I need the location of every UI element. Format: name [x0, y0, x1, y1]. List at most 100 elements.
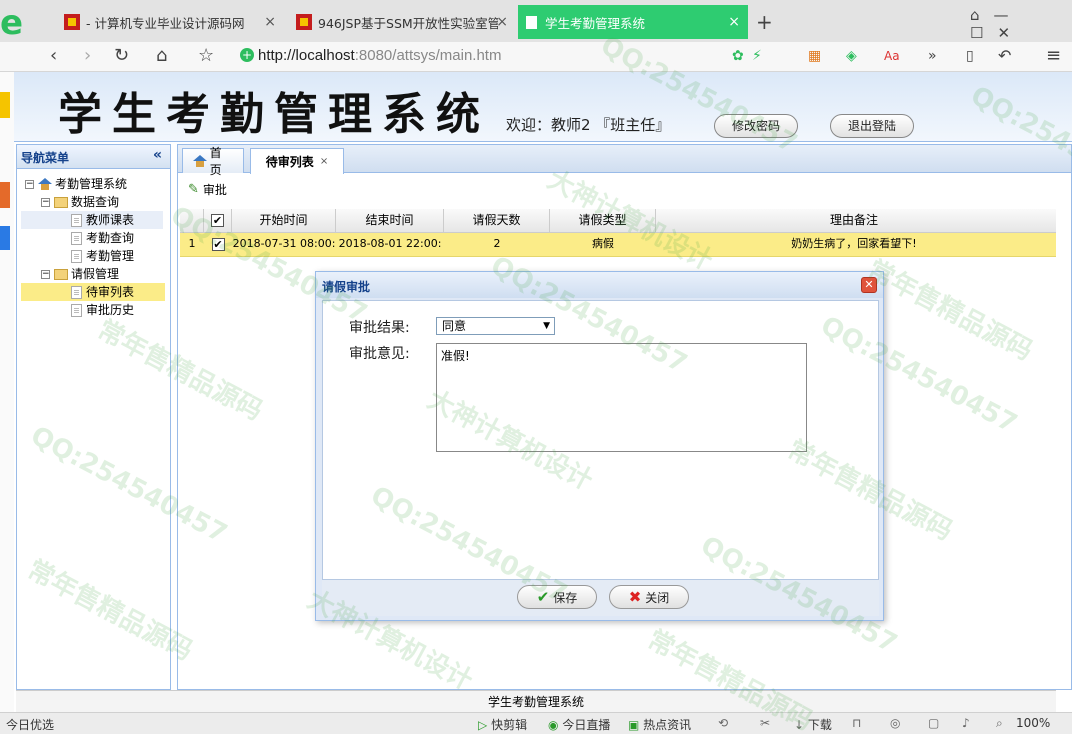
browser-tab-1[interactable]: - 计算机专业毕业设计源码网 ×: [56, 5, 284, 39]
reload-icon[interactable]: ↻: [114, 45, 129, 67]
tree-group-leave-manage[interactable]: − 请假管理: [41, 265, 119, 283]
sidebar-tool-icon[interactable]: [0, 226, 10, 250]
tree-item-approval-history[interactable]: 审批历史: [71, 301, 134, 319]
tree-item-teacher-schedule[interactable]: 教师课表: [21, 211, 163, 229]
tree-item-label: 待审列表: [86, 285, 135, 299]
tree-root[interactable]: − 考勤管理系统: [25, 175, 127, 193]
quick-edit-item[interactable]: ▷ 快剪辑: [478, 716, 527, 733]
zoom-icon[interactable]: ⌕: [996, 716, 1003, 731]
url-host: http://localhost: [258, 47, 355, 64]
back-icon[interactable]: ‹: [50, 45, 57, 67]
status-tool-icon[interactable]: ⊓: [852, 716, 861, 730]
tree-item-label: 考勤管理: [86, 249, 135, 263]
undo-icon[interactable]: ↶: [998, 45, 1011, 67]
status-tool-icon[interactable]: ▢: [928, 716, 939, 730]
approve-label: 审批: [202, 183, 227, 197]
tree-item-attendance-query[interactable]: 考勤查询: [71, 229, 134, 247]
status-tool-icon[interactable]: ✂: [760, 716, 770, 730]
dialog-close-icon[interactable]: ✕: [861, 277, 877, 293]
collapse-icon[interactable]: «: [153, 147, 162, 163]
file-icon: [71, 303, 82, 317]
browser-tab-active[interactable]: 学生考勤管理系统 ×: [518, 5, 748, 39]
cell-days: 2: [493, 237, 501, 250]
status-tool-icon[interactable]: ◎: [890, 716, 900, 730]
select-all-checkbox[interactable]: ✔: [204, 209, 232, 232]
status-item-label: 今日直播: [562, 718, 611, 732]
logout-button[interactable]: 退出登陆: [830, 114, 914, 138]
site-favicon-icon: [296, 14, 312, 30]
phone-icon[interactable]: ▯: [966, 45, 974, 67]
tab-label: 学生考勤管理系统: [545, 15, 646, 31]
status-tool-icon[interactable]: ⟲: [718, 716, 728, 730]
menu-icon[interactable]: ≡: [1046, 45, 1061, 67]
news-icon: ▣: [628, 718, 640, 732]
status-left-text[interactable]: 今日优选: [6, 716, 54, 733]
save-button[interactable]: ✔ 保存: [517, 585, 597, 609]
browser-tab-2[interactable]: 946JSP基于SSM开放性实验室管 ×: [288, 5, 516, 39]
welcome-text: 欢迎：教师2 『班主任』: [506, 116, 671, 134]
live-icon: ◉: [548, 718, 559, 732]
col-start-time[interactable]: 开始时间: [232, 209, 336, 232]
sidebar-tool-icon[interactable]: [0, 92, 10, 118]
sidebar-tool-icon[interactable]: [0, 182, 10, 208]
browser-nav-bar: ‹ › ↻ ⌂ ☆ + http://localhost:8080/attsys…: [0, 42, 1072, 72]
maximize-icon[interactable]: ☐: [970, 24, 997, 42]
table-row[interactable]: 1 ✔ 2018-07-31 08:00: 2018-08-01 22:00: …: [180, 233, 1056, 257]
close-tab-icon[interactable]: ×: [320, 156, 328, 167]
tree-item-pending-list[interactable]: 待审列表: [21, 283, 165, 301]
approve-button[interactable]: ✎ 审批: [188, 181, 227, 198]
change-password-button[interactable]: 修改密码: [714, 114, 798, 138]
close-tab-icon[interactable]: ×: [496, 14, 508, 30]
tab-label: 待审列表: [265, 155, 314, 169]
tab-home[interactable]: 首页: [182, 146, 244, 177]
close-tab-icon[interactable]: ×: [264, 14, 276, 30]
nav-panel: 导航菜单 « − 考勤管理系统 − 数据查询 教师课表 考勤查询 考勤管理 − …: [16, 144, 171, 690]
approval-dialog: 请假审批 ✕ 审批结果: 同意 ▼ 审批意见: 准假! ✔ 保存 ✖ 关闭: [315, 271, 884, 621]
address-bar[interactable]: http://localhost:8080/attsys/main.htm: [258, 47, 501, 64]
apps-icon[interactable]: ▦: [808, 45, 821, 67]
x-icon: ✖: [628, 588, 642, 606]
tree-toggle-icon[interactable]: −: [25, 179, 34, 189]
tree-group-label: 数据查询: [71, 195, 120, 209]
skin-icon[interactable]: ⌂: [970, 6, 994, 24]
download-item[interactable]: ↓ 下载: [794, 716, 832, 733]
col-end-time[interactable]: 结束时间: [336, 209, 444, 232]
live-item[interactable]: ◉ 今日直播: [548, 716, 610, 733]
tree-item-attendance-manage[interactable]: 考勤管理: [71, 247, 134, 265]
file-icon: [71, 285, 82, 299]
star-icon[interactable]: ☆: [198, 45, 214, 67]
news-item[interactable]: ▣ 热点资讯: [628, 716, 691, 733]
shield-icon[interactable]: ◈: [846, 45, 857, 67]
extension-icon[interactable]: ✿: [732, 45, 744, 67]
zoom-level[interactable]: 100%: [1016, 716, 1050, 730]
more-icon[interactable]: »: [928, 45, 937, 67]
close-button[interactable]: ✖ 关闭: [609, 585, 689, 609]
tree-toggle-icon[interactable]: −: [41, 197, 50, 207]
leave-grid: ✔ 开始时间 结束时间 请假天数 请假类型 理由备注 1 ✔ 2018-07-3…: [180, 209, 1056, 257]
minimize-icon[interactable]: —: [994, 6, 1023, 24]
translate-icon[interactable]: Aa: [884, 45, 900, 67]
close-label: 关闭: [645, 590, 670, 605]
close-window-icon[interactable]: ✕: [997, 24, 1024, 42]
opinion-label: 审批意见:: [349, 346, 410, 362]
close-tab-icon[interactable]: ×: [728, 14, 740, 30]
play-icon: ▷: [478, 718, 488, 732]
col-days[interactable]: 请假天数: [444, 209, 550, 232]
forward-icon[interactable]: ›: [84, 45, 91, 67]
col-type[interactable]: 请假类型: [550, 209, 656, 232]
row-checkbox[interactable]: ✔: [204, 233, 232, 256]
url-path: :8080/attsys/main.htm: [354, 47, 502, 64]
volume-icon[interactable]: ♪: [962, 716, 970, 730]
result-select-value: 同意: [442, 319, 467, 333]
lightning-icon[interactable]: ⚡: [752, 45, 762, 67]
new-tab-button[interactable]: +: [756, 10, 773, 34]
col-reason[interactable]: 理由备注: [656, 209, 1052, 232]
home-icon[interactable]: ⌂: [156, 45, 167, 67]
tree-group-data-query[interactable]: − 数据查询: [41, 193, 119, 211]
browser-sidebar-strip: [0, 72, 14, 712]
result-select[interactable]: 同意 ▼: [436, 317, 555, 335]
tab-pending-list[interactable]: 待审列表 ×: [250, 148, 344, 174]
opinion-textarea[interactable]: 准假!: [436, 343, 807, 452]
tree-toggle-icon[interactable]: −: [41, 269, 50, 279]
file-icon: [71, 213, 82, 227]
